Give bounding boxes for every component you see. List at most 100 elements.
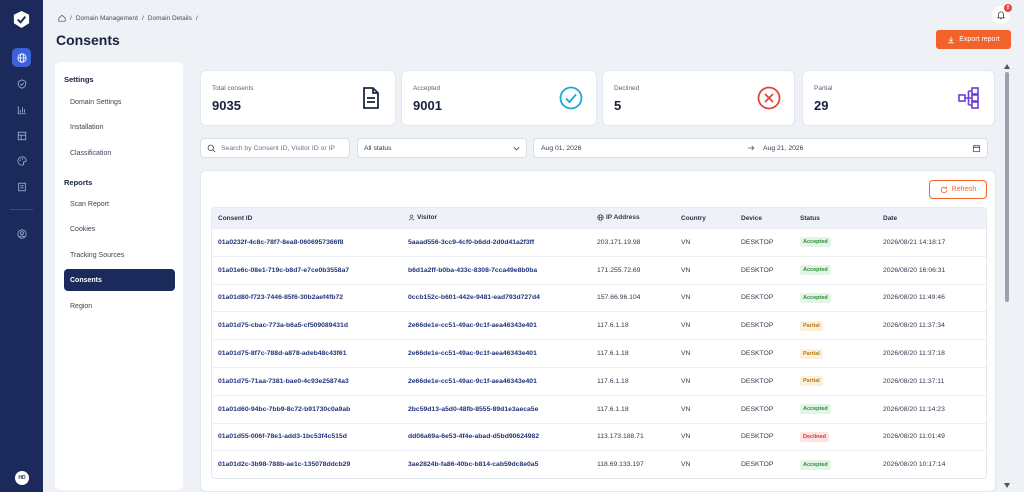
visitor-id-link[interactable]: 3ae2824b-fa86-40bc-b814-cab59dc8e0a5 xyxy=(408,461,538,468)
table-row[interactable]: 01a01d75-8f7c-788d-a878-adeb48c43f61 2e66… xyxy=(212,339,986,367)
consent-id-link[interactable]: 01a01d80-f723-7446-85f6-30b2aef4fb72 xyxy=(218,294,343,301)
col-ip[interactable]: IP Address xyxy=(597,214,640,222)
consent-id-link[interactable]: 01a01d75-cbac-773a-b6a5-cf509089431d xyxy=(218,322,348,329)
stat-value: 9035 xyxy=(212,98,241,113)
nav-scan-report[interactable]: Scan Report xyxy=(64,193,175,215)
nav-domain-settings[interactable]: Domain Settings xyxy=(64,91,175,113)
col-status[interactable]: Status xyxy=(800,215,820,222)
consent-id-link[interactable]: 01a01d55-006f-78e1-add3-1bc53f4c515d xyxy=(218,433,347,440)
col-consent-id[interactable]: Consent ID xyxy=(218,215,252,222)
table-row[interactable]: 01a01d75-71aa-7381-bae0-4c93e25874a3 2e66… xyxy=(212,366,986,395)
search-input[interactable]: Search by Consent ID, Visitor ID or IP xyxy=(221,145,335,152)
device-cell: DESKTOP xyxy=(741,461,774,469)
breadcrumb-domain-details[interactable]: Domain Details xyxy=(148,15,192,22)
rail-account-icon[interactable] xyxy=(12,224,31,243)
notification-count-badge: 8 xyxy=(1004,4,1012,12)
download-icon xyxy=(948,36,955,43)
table-row[interactable]: 01a01d75-cbac-773a-b6a5-cf509089431d 2e66… xyxy=(212,311,986,339)
check-circle-icon xyxy=(559,86,583,110)
rail-receipt-icon[interactable] xyxy=(12,177,31,196)
country-cell: VN xyxy=(681,238,691,246)
status-badge: Accepted xyxy=(800,404,831,415)
rail-chart-icon[interactable] xyxy=(12,100,31,119)
rail-shield-icon[interactable] xyxy=(12,74,31,93)
consent-id-link[interactable]: 01a01d2c-3b98-788b-ae1c-135078ddcb29 xyxy=(218,461,350,468)
hierarchy-icon xyxy=(958,87,979,109)
col-device[interactable]: Device xyxy=(741,215,762,222)
visitor-id-link[interactable]: b6d1a2ff-b0ba-433c-8308-7cca49e8b0ba xyxy=(408,267,537,274)
nav-cookies[interactable]: Cookies xyxy=(64,218,175,240)
x-circle-icon xyxy=(757,86,781,110)
page-scrollbar[interactable] xyxy=(1003,62,1011,490)
table-row[interactable]: 01a01d2c-3b98-788b-ae1c-135078ddcb29 3ae2… xyxy=(212,450,986,478)
consent-id-link[interactable]: 01a01e6c-08e1-719c-b8d7-e7ce0b3558a7 xyxy=(218,267,349,274)
nav-region[interactable]: Region xyxy=(64,295,175,317)
ip-address-cell: 157.66.96.104 xyxy=(597,294,641,302)
ip-address-cell: 118.69.133.197 xyxy=(597,461,644,469)
rail-domains-icon[interactable] xyxy=(12,48,31,67)
visitor-id-link[interactable]: 2e66de1e-cc51-49ac-9c1f-aea46343e401 xyxy=(408,378,537,385)
search-icon xyxy=(207,144,216,152)
visitor-id-link[interactable]: dd06a69a-6e53-4f4e-abad-d5bd90624982 xyxy=(408,433,539,440)
status-cell: Accepted xyxy=(800,459,831,470)
visitor-id-link[interactable]: 2e66de1e-cc51-49ac-9c1f-aea46343e401 xyxy=(408,322,537,329)
rail-palette-icon[interactable] xyxy=(12,151,31,170)
date-range-picker[interactable]: Aug 01, 2026 Aug 21, 2026 xyxy=(533,138,988,158)
scroll-down-arrow-icon[interactable] xyxy=(1004,483,1010,488)
refresh-button[interactable]: Refresh xyxy=(929,180,987,199)
home-icon[interactable] xyxy=(58,14,66,22)
bell-icon xyxy=(996,11,1006,20)
consent-id-link[interactable]: 01a01d75-8f7c-788d-a878-adeb48c43f61 xyxy=(218,350,346,357)
ip-address-cell: 203.171.19.98 xyxy=(597,238,641,246)
nav-classification[interactable]: Classification xyxy=(64,142,175,164)
app-logo-icon[interactable] xyxy=(12,10,31,29)
table-row[interactable]: 01a01d80-f723-7446-85f6-30b2aef4fb72 0ccb… xyxy=(212,283,986,312)
table-row[interactable]: 01a01d60-94bc-7bb9-8c72-b91730c0a9ab 2bc5… xyxy=(212,394,986,423)
date-from[interactable]: Aug 01, 2026 xyxy=(541,145,581,152)
export-report-button[interactable]: Export report xyxy=(936,30,1011,49)
date-cell: 2026/08/20 11:37:18 xyxy=(883,350,945,358)
scroll-thumb[interactable] xyxy=(1005,72,1009,302)
table-row[interactable]: 01a01d55-006f-78e1-add3-1bc53f4c515d dd06… xyxy=(212,422,986,451)
reports-heading: Reports xyxy=(64,178,93,187)
status-cell: Accepted xyxy=(800,404,831,415)
calendar-icon[interactable] xyxy=(972,144,981,153)
date-to[interactable]: Aug 21, 2026 xyxy=(763,145,803,152)
status-select-value: All status xyxy=(364,144,392,152)
breadcrumb-domain-management[interactable]: Domain Management xyxy=(76,15,138,22)
visitor-id-link[interactable]: 2bc59d13-a5d0-48fb-8555-89d1e3aeca5e xyxy=(408,406,538,413)
consent-id-link[interactable]: 01a0232f-4c8c-78f7-8ea8-0606957366f8 xyxy=(218,239,343,246)
ip-address-cell: 171.255.72.69 xyxy=(597,266,641,274)
rail-layout-icon[interactable] xyxy=(12,126,31,145)
breadcrumb-separator: / xyxy=(141,14,144,22)
status-badge: Partial xyxy=(800,320,823,331)
device-cell: DESKTOP xyxy=(741,350,774,358)
stat-value: 29 xyxy=(814,98,829,113)
col-country[interactable]: Country xyxy=(681,215,706,222)
breadcrumb: / Domain Management / Domain Details / xyxy=(58,14,198,22)
stat-value: 9001 xyxy=(413,98,442,113)
nav-installation[interactable]: Installation xyxy=(64,116,175,138)
col-date[interactable]: Date xyxy=(883,215,897,222)
notifications-button[interactable]: 8 xyxy=(992,4,1012,24)
visitor-id-link[interactable]: 2e66de1e-cc51-49ac-9c1f-aea46343e401 xyxy=(408,350,537,357)
nav-consents[interactable]: Consents xyxy=(64,269,175,291)
stat-card-partial: Partial 29 xyxy=(802,70,995,126)
visitor-id-link[interactable]: 0ccb152c-b601-442e-9481-ead793d727d4 xyxy=(408,294,540,301)
breadcrumb-separator: / xyxy=(195,14,198,22)
date-cell: 2026/08/20 11:14:23 xyxy=(883,405,945,413)
consent-id-link[interactable]: 01a01d60-94bc-7bb9-8c72-b91730c0a9ab xyxy=(218,406,350,413)
visitor-id-link[interactable]: 5aaad556-3cc9-4cf0-b6dd-2d0d41a2f3ff xyxy=(408,239,534,246)
ip-address-cell: 117.6.1.18 xyxy=(597,377,629,385)
consents-table-panel: Refresh Consent ID Visitor IP Address Co… xyxy=(200,170,996,492)
search-box[interactable]: Search by Consent ID, Visitor ID or IP xyxy=(200,138,350,158)
status-select[interactable]: All status xyxy=(357,138,527,158)
country-cell: VN xyxy=(681,350,691,358)
nav-tracking-sources[interactable]: Tracking Sources xyxy=(64,244,175,266)
user-avatar[interactable]: HD xyxy=(15,471,29,485)
consent-id-link[interactable]: 01a01d75-71aa-7381-bae0-4c93e25874a3 xyxy=(218,378,349,385)
table-row[interactable]: 01a0232f-4c8c-78f7-8ea8-0606957366f8 5aaa… xyxy=(212,228,986,256)
col-visitor[interactable]: Visitor xyxy=(408,214,437,222)
table-row[interactable]: 01a01e6c-08e1-719c-b8d7-e7ce0b3558a7 b6d1… xyxy=(212,255,986,284)
scroll-up-arrow-icon[interactable] xyxy=(1004,64,1010,69)
